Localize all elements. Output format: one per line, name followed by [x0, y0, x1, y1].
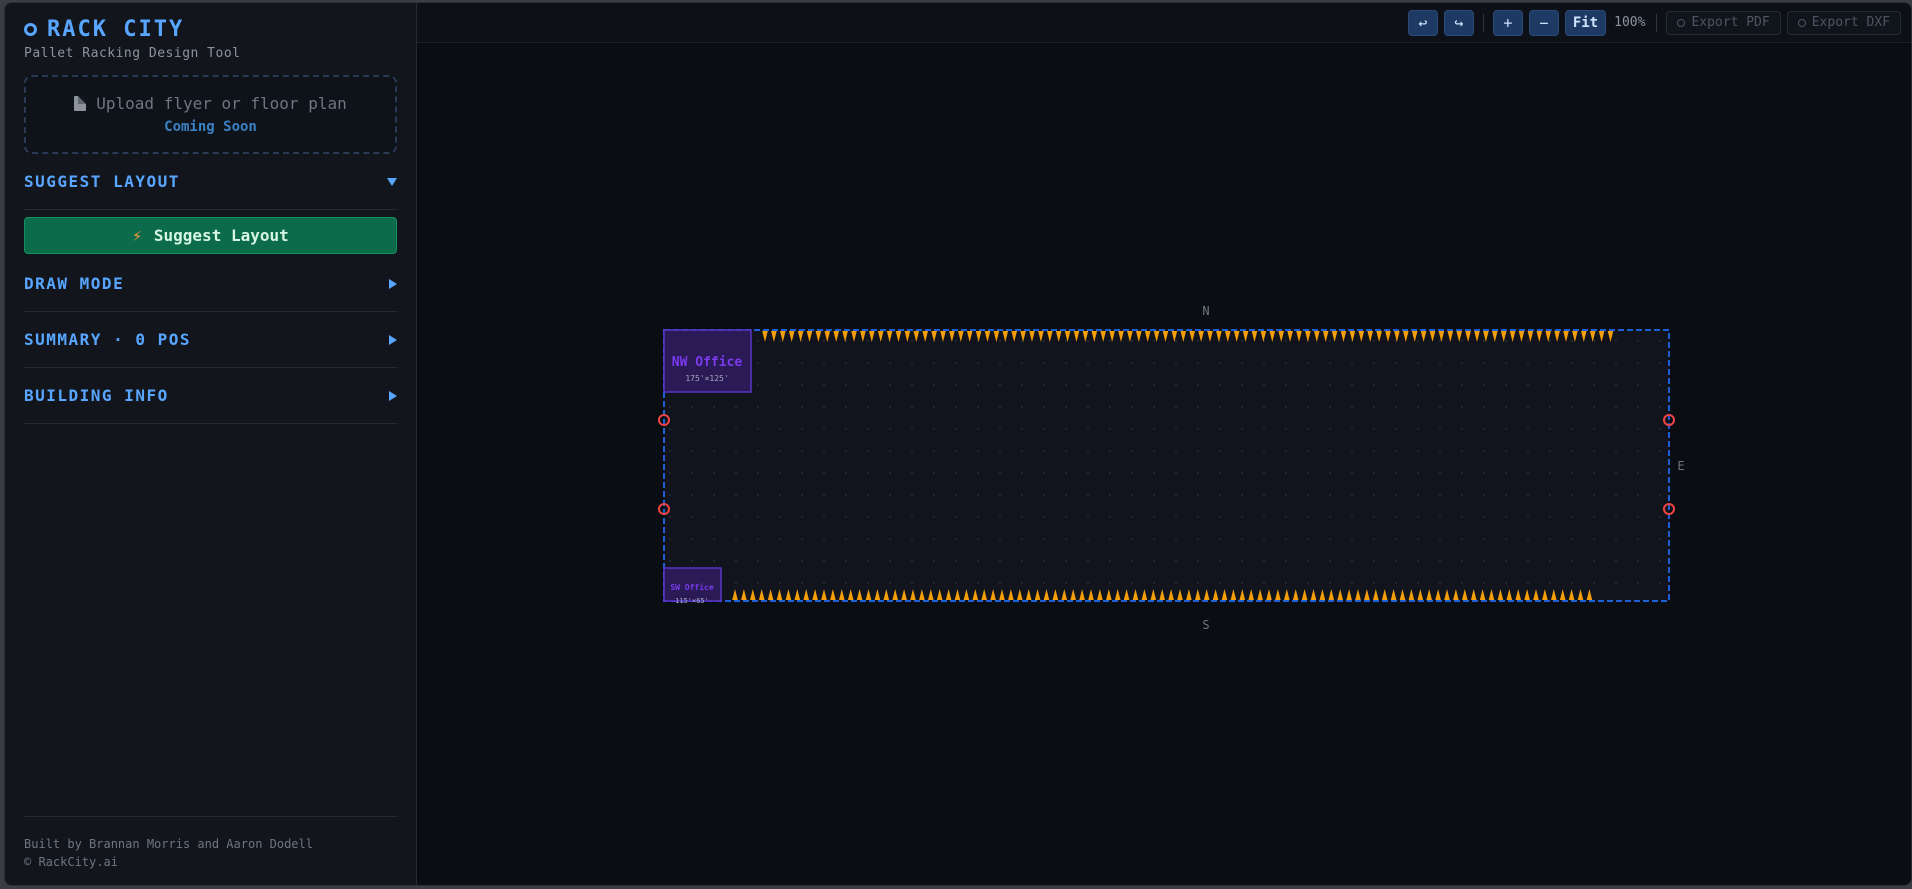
fit-button[interactable]: Fit: [1564, 9, 1607, 36]
sidebar: RACK CITY Pallet Racking Design Tool Upl…: [5, 3, 417, 885]
export-pdf-label: Export PDF: [1691, 15, 1770, 30]
redo-button[interactable]: ↪: [1443, 9, 1474, 36]
compass-south: S: [1202, 618, 1209, 632]
sidebar-footer: Built by Brannan Morris and Aaron Dodell…: [24, 816, 397, 871]
chevron-right-icon: [389, 390, 397, 401]
zoom-in-button[interactable]: +: [1492, 9, 1523, 36]
export-pdf-icon: [1677, 18, 1686, 27]
toolbar-divider: [1656, 13, 1658, 32]
compass-east: E: [1677, 459, 1684, 473]
zoom-level: 100%: [1614, 15, 1646, 30]
section-draw-mode[interactable]: DRAW MODE: [24, 256, 397, 312]
copyright-text: © RackCity.ai: [24, 855, 118, 869]
app-title: RACK CITY: [47, 17, 185, 42]
section-summary[interactable]: SUMMARY · 0 POS: [24, 312, 397, 368]
chevron-down-icon: [387, 177, 397, 186]
undo-button[interactable]: ↩: [1407, 9, 1438, 36]
sw-office-label: SW Office: [670, 582, 714, 592]
section-suggest-layout[interactable]: SUGGEST LAYOUT: [24, 154, 397, 210]
upload-status: Coming Soon: [164, 119, 257, 135]
credits-text: Built by Brannan Morris and Aaron Dodell: [24, 837, 313, 851]
undo-icon: ↩: [1418, 13, 1428, 32]
brand: RACK CITY: [24, 17, 397, 42]
section-label: SUMMARY · 0 POS: [24, 330, 191, 349]
toolbar: ↩ ↪ + − Fit 100% Export PDF Export DXF: [417, 3, 1911, 43]
canvas-area: ↩ ↪ + − Fit 100% Export PDF Export DXF N…: [417, 3, 1911, 885]
upload-label: Upload flyer or floor plan: [96, 94, 347, 113]
logo-ring-icon: [24, 23, 37, 36]
section-label: SUGGEST LAYOUT: [24, 172, 180, 191]
nw-office-size: 175'×125': [685, 374, 728, 383]
section-label: BUILDING INFO: [24, 386, 169, 405]
toolbar-divider: [1482, 13, 1484, 32]
upload-dropzone[interactable]: Upload flyer or floor plan Coming Soon: [24, 75, 397, 154]
nw-office-label: NW Office: [672, 355, 743, 370]
floor-plan-canvas[interactable]: N S E W NW Office 175'×125' SW Office 11…: [417, 44, 1912, 886]
chevron-right-icon: [389, 278, 397, 289]
nw-office[interactable]: NW Office 175'×125': [663, 329, 752, 393]
document-icon: [74, 96, 87, 111]
section-building-info[interactable]: BUILDING INFO: [24, 368, 397, 424]
compass-north: N: [1202, 304, 1209, 318]
section-label: DRAW MODE: [24, 274, 125, 293]
grid-dots: [664, 330, 1669, 601]
suggest-layout-label: Suggest Layout: [153, 226, 289, 245]
app-subtitle: Pallet Racking Design Tool: [24, 46, 241, 61]
zoom-out-button[interactable]: −: [1528, 9, 1559, 36]
sw-office-size: 115'×65': [675, 597, 709, 605]
upload-row: Upload flyer or floor plan: [74, 94, 347, 113]
export-dxf-icon: [1797, 18, 1806, 27]
export-pdf-button[interactable]: Export PDF: [1666, 10, 1781, 35]
suggest-layout-button[interactable]: ⚡ Suggest Layout: [24, 217, 397, 254]
app-window: RACK CITY Pallet Racking Design Tool Upl…: [4, 2, 1912, 886]
chevron-right-icon: [389, 334, 397, 345]
redo-icon: ↪: [1454, 13, 1464, 32]
export-dxf-label: Export DXF: [1811, 15, 1890, 30]
export-dxf-button[interactable]: Export DXF: [1786, 10, 1901, 35]
lightning-icon: ⚡: [132, 226, 142, 245]
sw-office[interactable]: SW Office 115'×65': [663, 567, 722, 605]
